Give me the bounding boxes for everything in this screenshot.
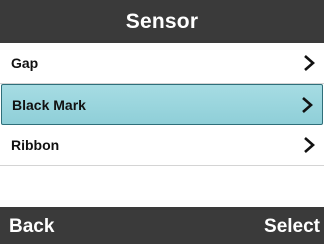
back-button[interactable]: Back <box>9 207 54 244</box>
menu-item-black-mark[interactable]: Black Mark <box>1 84 323 125</box>
title-bar: Sensor <box>0 0 324 43</box>
menu-item-label: Ribbon <box>11 137 60 153</box>
chevron-right-icon <box>304 137 315 153</box>
sensor-screen: Sensor Gap Black Mark Ribbon Back Select <box>0 0 324 244</box>
menu-item-ribbon[interactable]: Ribbon <box>0 125 324 166</box>
menu-item-label: Gap <box>11 55 39 71</box>
soft-key-bar: Back Select <box>0 207 324 244</box>
menu-item-gap[interactable]: Gap <box>0 43 324 84</box>
menu-item-label: Black Mark <box>12 96 86 113</box>
chevron-right-icon <box>304 55 315 71</box>
page-title: Sensor <box>125 9 199 33</box>
chevron-right-icon <box>302 96 313 113</box>
sensor-menu: Gap Black Mark Ribbon <box>0 43 324 166</box>
select-button[interactable]: Select <box>264 207 320 244</box>
